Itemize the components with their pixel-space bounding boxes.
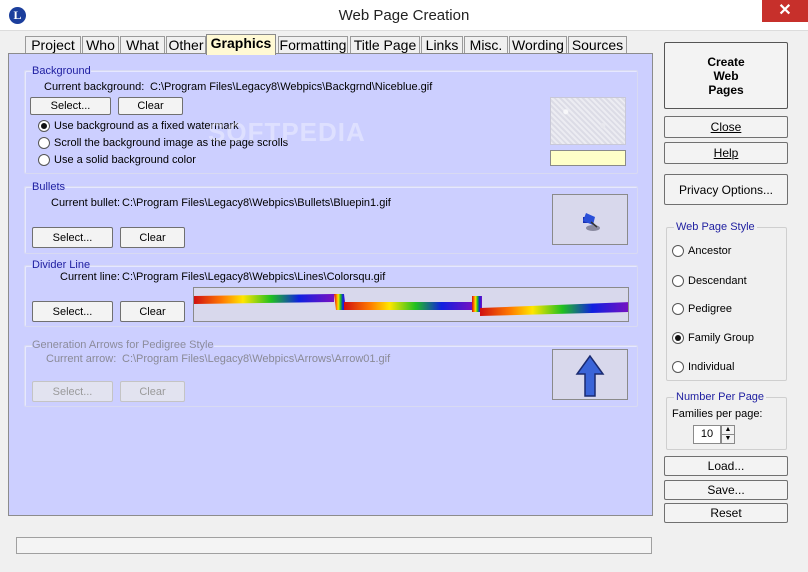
background-path: C:\Program Files\Legacy8\Webpics\Backgrn… bbox=[150, 81, 433, 93]
number-per-page-label: Number Per Page bbox=[674, 391, 767, 403]
tab-title-page[interactable]: Title Page bbox=[350, 36, 420, 54]
bullet-path: C:\Program Files\Legacy8\Webpics\Bullets… bbox=[122, 197, 391, 209]
background-current-caption: Current background: bbox=[44, 81, 145, 93]
tab-links[interactable]: Links bbox=[421, 36, 463, 54]
style-pedigree-option[interactable]: Pedigree bbox=[672, 301, 732, 315]
bullet-current-caption: Current bullet: bbox=[51, 197, 121, 209]
families-per-page-input[interactable]: 10 bbox=[693, 425, 721, 444]
divider-group-label: Divider Line bbox=[32, 259, 91, 271]
create-label-line: Create bbox=[707, 55, 745, 69]
divider-select-button[interactable]: Select... bbox=[32, 301, 113, 322]
arrow-clear-button: Clear bbox=[120, 381, 185, 402]
style-descendant-option[interactable]: Descendant bbox=[672, 273, 747, 287]
bullet-preview bbox=[552, 194, 628, 245]
families-per-page-label: Families per page: bbox=[672, 408, 763, 420]
radio-button[interactable] bbox=[672, 274, 684, 287]
arrow-path: C:\Program Files\Legacy8\Webpics\Arrows\… bbox=[122, 353, 391, 365]
radio-button[interactable] bbox=[672, 331, 684, 344]
divider-clear-button[interactable]: Clear bbox=[120, 301, 185, 322]
style-individual-option[interactable]: Individual bbox=[672, 359, 734, 373]
radio-label: Pedigree bbox=[688, 302, 733, 315]
arrows-group-label: Generation Arrows for Pedigree Style bbox=[32, 339, 214, 351]
divider-path: C:\Program Files\Legacy8\Webpics\Lines\C… bbox=[122, 271, 386, 283]
tab-graphics[interactable]: Graphics bbox=[206, 34, 276, 55]
radio-button[interactable] bbox=[672, 244, 684, 257]
radio-label: Family Group bbox=[688, 331, 755, 344]
arrow-select-button: Select... bbox=[32, 381, 113, 402]
rainbow-line-graphic bbox=[194, 294, 628, 316]
create-label-line: Pages bbox=[708, 83, 744, 97]
tab-who[interactable]: Who bbox=[82, 36, 119, 54]
save-button[interactable]: Save... bbox=[664, 480, 788, 500]
help-button[interactable]: Help bbox=[664, 142, 788, 164]
tab-project[interactable]: Project bbox=[25, 36, 81, 54]
create-web-pages-button[interactable]: Create Web Pages bbox=[664, 42, 788, 109]
tab-formatting[interactable]: Formatting bbox=[278, 36, 348, 54]
arrow-current-caption: Current arrow: bbox=[46, 353, 117, 365]
tab-wording[interactable]: Wording bbox=[509, 36, 567, 54]
pushpin-icon bbox=[583, 213, 600, 231]
tab-misc[interactable]: Misc. bbox=[464, 36, 508, 54]
window-close-button[interactable]: ✕ bbox=[762, 0, 808, 22]
up-arrow-icon bbox=[575, 354, 605, 397]
window-title: Web Page Creation bbox=[338, 7, 470, 24]
style-family-group-option[interactable]: Family Group bbox=[672, 330, 754, 344]
style-ancestor-option[interactable]: Ancestor bbox=[672, 243, 731, 257]
background-preview bbox=[550, 97, 626, 145]
arrow-preview bbox=[552, 349, 628, 400]
web-page-style-label: Web Page Style bbox=[674, 221, 757, 233]
close-button[interactable]: Close bbox=[664, 116, 788, 138]
softpedia-watermark: SOFTPEDIA bbox=[208, 117, 366, 147]
bullet-select-button[interactable]: Select... bbox=[32, 227, 113, 248]
tab-sources[interactable]: Sources bbox=[568, 36, 627, 54]
background-select-button[interactable]: Select... bbox=[30, 97, 111, 115]
bg-solid-color-option[interactable]: Use a solid background color bbox=[38, 152, 196, 166]
tab-what[interactable]: What bbox=[120, 36, 165, 54]
create-label-line: Web bbox=[713, 69, 739, 83]
divider-preview bbox=[193, 287, 629, 322]
radio-label: Use a solid background color bbox=[54, 153, 196, 166]
background-color-swatch[interactable] bbox=[550, 150, 626, 166]
radio-label: Descendant bbox=[688, 274, 747, 287]
title-bar: L Web Page Creation ✕ bbox=[0, 0, 808, 31]
reset-button[interactable]: Reset bbox=[664, 503, 788, 523]
radio-button[interactable] bbox=[672, 302, 684, 315]
background-clear-button[interactable]: Clear bbox=[118, 97, 183, 115]
bullet-clear-button[interactable]: Clear bbox=[120, 227, 185, 248]
radio-button[interactable] bbox=[38, 119, 50, 132]
radio-button[interactable] bbox=[38, 136, 50, 149]
spin-down-arrow-icon[interactable]: ▼ bbox=[721, 434, 735, 444]
background-group-label: Background bbox=[32, 65, 91, 77]
status-bar bbox=[16, 537, 652, 554]
divider-current-caption: Current line: bbox=[60, 271, 120, 283]
radio-button[interactable] bbox=[672, 360, 684, 373]
radio-label: Ancestor bbox=[688, 244, 732, 257]
tab-other[interactable]: Other bbox=[166, 36, 206, 54]
radio-button[interactable] bbox=[38, 153, 50, 166]
bullets-group-label: Bullets bbox=[32, 181, 66, 193]
radio-label: Individual bbox=[688, 360, 735, 373]
load-button[interactable]: Load... bbox=[664, 456, 788, 476]
privacy-options-button[interactable]: Privacy Options... bbox=[664, 174, 788, 205]
